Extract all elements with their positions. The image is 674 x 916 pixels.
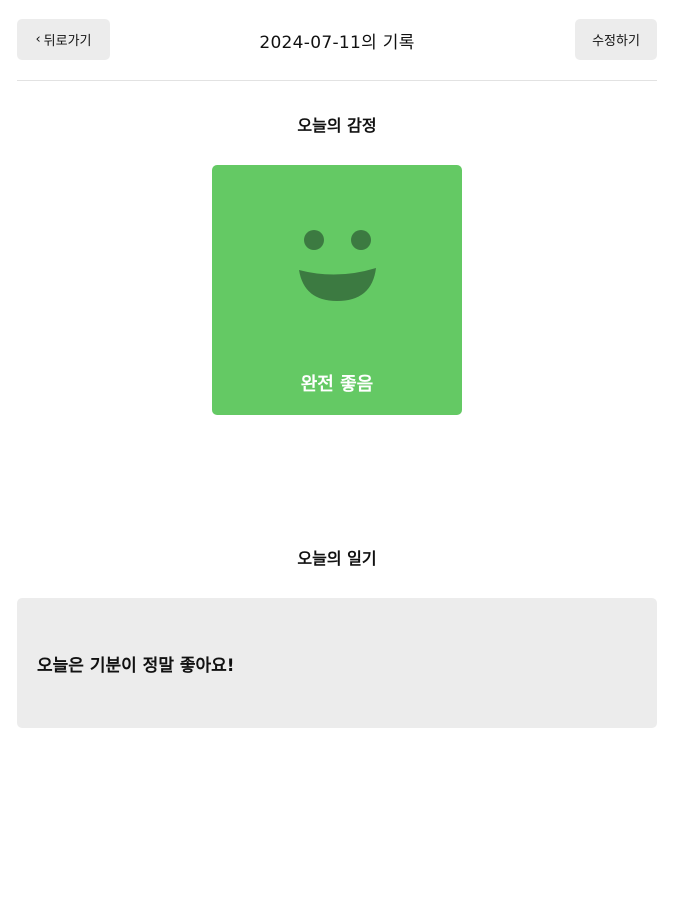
- emotion-card: 완전 좋음: [212, 165, 462, 415]
- emotion-section-title: 오늘의 감정: [297, 116, 377, 135]
- edit-button[interactable]: 수정하기: [575, 19, 657, 60]
- diary-text: 오늘은 기분이 정말 좋아요!: [37, 656, 235, 676]
- header-bar: ‹ 뒤로가기 2024-07-11의 기록 수정하기: [17, 0, 657, 81]
- diary-section-title: 오늘의 일기: [297, 549, 377, 568]
- emotion-label: 완전 좋음: [300, 374, 374, 395]
- page-title: 2024-07-11의 기록: [259, 33, 415, 53]
- diary-content-box: 오늘은 기분이 정말 좋아요!: [17, 598, 657, 728]
